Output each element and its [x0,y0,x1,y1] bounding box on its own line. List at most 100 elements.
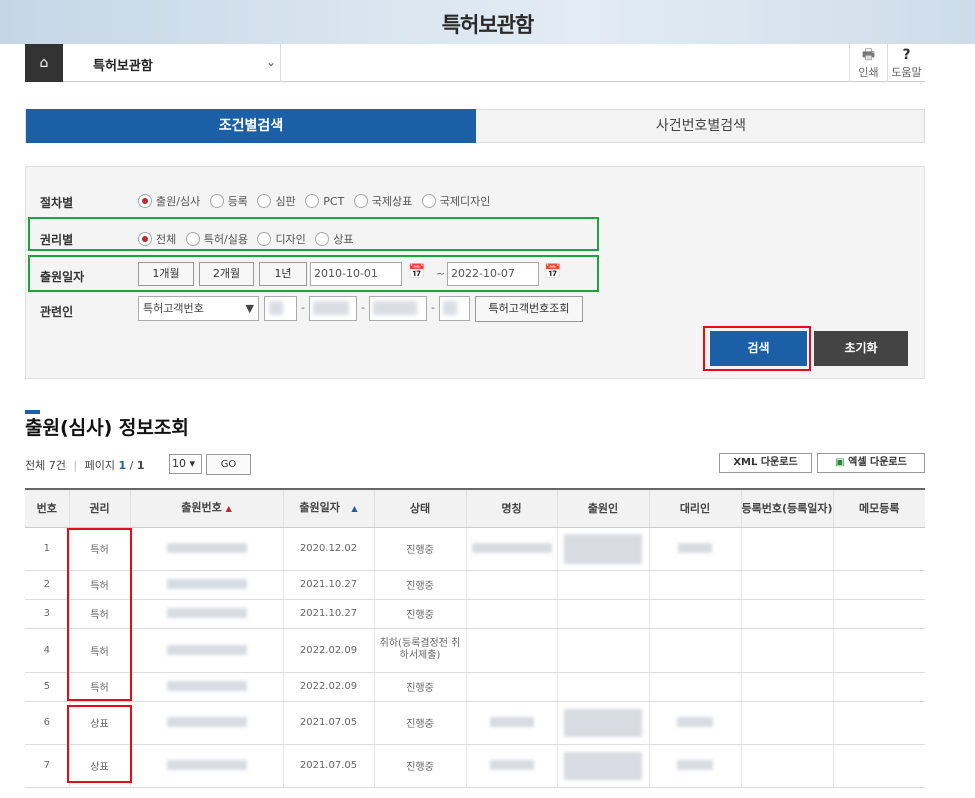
col-header: 상태 [374,488,467,528]
radio-right-2[interactable]: 디자인 [257,231,306,247]
masked-value [564,533,642,564]
col-header: 권리 [69,488,131,528]
date-from-input[interactable]: 2010-10-01 [310,262,402,286]
trademark-rows-highlight [67,705,132,783]
nav-bar: ⌂ 특허보관함 ⌄ 🖶 인쇄 ? 도움말 [25,44,925,82]
sort-asc-icon: ▲ [225,504,232,514]
print-label: 인쇄 [858,66,879,79]
radio-right-0[interactable]: 전체 [138,231,176,247]
printer-icon: 🖶 [861,47,876,63]
col-header: 번호 [25,488,70,528]
excel-icon: ▣ [835,457,845,468]
col-header: 명칭 [466,488,558,528]
memo-cell[interactable] [833,701,925,745]
help-button[interactable]: ? 도움말 [887,44,925,82]
masked-value [564,708,642,737]
customer-number-lookup-button[interactable]: 특허고객번호조회 [475,296,583,322]
chevron-down-icon: ▼ [245,302,254,315]
help-icon: ? [902,47,911,63]
right-type-radios: 전체 특허/실용 디자인 상표 [138,231,360,247]
masked-value [471,543,552,553]
masked-value [313,301,349,315]
page-title: 특허보관함 [441,13,535,37]
page-size-select[interactable]: 10 ▾ [169,454,202,474]
date-to-input[interactable]: 2022-10-07 [447,262,539,286]
memo-cell[interactable] [833,570,925,600]
radio-circle [353,194,368,208]
masked-value [166,760,247,770]
page-banner: 특허보관함 [0,0,975,44]
masked-value [166,717,247,727]
masked-value [373,301,417,315]
masked-value [269,301,283,315]
memo-cell[interactable] [833,527,925,571]
radio-procedure-3[interactable]: PCT [305,194,344,208]
memo-cell[interactable] [833,672,925,702]
masked-value [677,717,713,727]
help-label: 도움말 [891,66,922,79]
right-type-label: 권리별 [40,233,74,247]
procedure-radios: 출원/심사 등록 심판 PCT 국제상표 국제디자인 [138,193,496,209]
sort-asc-icon: ▲ [351,504,358,514]
dash: - [431,301,435,314]
table-row[interactable]: 6 상표 2021.07.05 진행중 [25,701,925,745]
tab-condition-search[interactable]: 조건별검색 [26,109,476,143]
table-row[interactable]: 1 특허 2020.12.02 진행중 [25,527,925,571]
table-row[interactable]: 4 특허 2022.02.09 취하(등록결정전 취하서제출) [25,628,925,673]
radio-circle [209,194,224,208]
results-table: 번호 권리 출원번호 ▲ 출원일자 ▲ 상태 명칭 출원인 대리인 등록번호(등… [25,488,925,788]
reset-button[interactable]: 초기화 [814,331,908,366]
customer-number-select[interactable]: 특허고객번호 ▼ [138,296,259,321]
search-button-highlight [703,326,811,371]
memo-cell[interactable] [833,599,925,629]
table-header: 번호 권리 출원번호 ▲ 출원일자 ▲ 상태 명칭 출원인 대리인 등록번호(등… [25,488,925,528]
tab-case-number-search[interactable]: 사건번호별검색 [476,110,926,142]
radio-procedure-0[interactable]: 출원/심사 [138,193,200,209]
radio-circle [185,232,200,246]
radio-procedure-4[interactable]: 국제상표 [353,193,412,209]
table-row[interactable]: 7 상표 2021.07.05 진행중 [25,744,925,788]
go-button[interactable]: GO [206,454,251,475]
masked-value [166,543,247,553]
radio-right-1[interactable]: 특허/실용 [185,231,248,247]
radio-procedure-1[interactable]: 등록 [209,193,248,209]
col-header-sortable[interactable]: 출원일자 ▲ [283,488,375,528]
search-panel: 절차별 출원/심사 등록 심판 PCT 국제상표 국제디자인 권리별 전체 특허… [25,166,925,379]
radio-circle [138,194,152,208]
masked-value [678,543,712,553]
related-person-label: 관련인 [40,305,74,319]
dash: - [361,301,365,314]
period-1month-button[interactable]: 1개월 [138,262,194,286]
menu-select[interactable]: 특허보관함 ⌄ [63,44,281,82]
home-icon[interactable]: ⌂ [25,44,63,82]
col-header-sortable[interactable]: 출원번호 ▲ [130,488,284,528]
masked-value [166,579,247,589]
radio-circle [257,194,272,208]
radio-circle [257,232,272,246]
patent-rows-highlight [67,528,132,701]
table-row[interactable]: 5 특허 2022.02.09 진행중 [25,672,925,702]
radio-right-3[interactable]: 상표 [315,231,354,247]
print-button[interactable]: 🖶 인쇄 [849,44,887,82]
memo-cell[interactable] [833,628,925,673]
table-row[interactable]: 2 특허 2021.10.27 진행중 [25,570,925,600]
excel-download-button[interactable]: ▣ 엑셀 다운로드 [817,453,925,473]
calendar-icon[interactable]: 📅 [542,264,564,284]
period-2month-button[interactable]: 2개월 [199,262,254,286]
radio-procedure-5[interactable]: 국제디자인 [421,193,490,209]
col-header: 대리인 [649,488,742,528]
table-row[interactable]: 3 특허 2021.10.27 진행중 [25,599,925,629]
masked-value [564,751,642,780]
xml-download-button[interactable]: XML 다운로드 [719,453,812,473]
chevron-down-icon: ⌄ [266,55,277,69]
search-tabs: 조건별검색 사건번호별검색 [25,109,925,143]
radio-procedure-2[interactable]: 심판 [257,193,296,209]
col-header: 출원인 [557,488,650,528]
total-prefix: 전체 [25,459,49,472]
period-1year-button[interactable]: 1년 [259,262,307,286]
calendar-icon[interactable]: 📅 [406,264,428,284]
radio-circle [315,232,330,246]
memo-cell[interactable] [833,744,925,788]
chevron-down-icon: ▾ [189,457,196,470]
results-meta: 전체 7건 | 페이지 1 / 1 [25,459,145,472]
